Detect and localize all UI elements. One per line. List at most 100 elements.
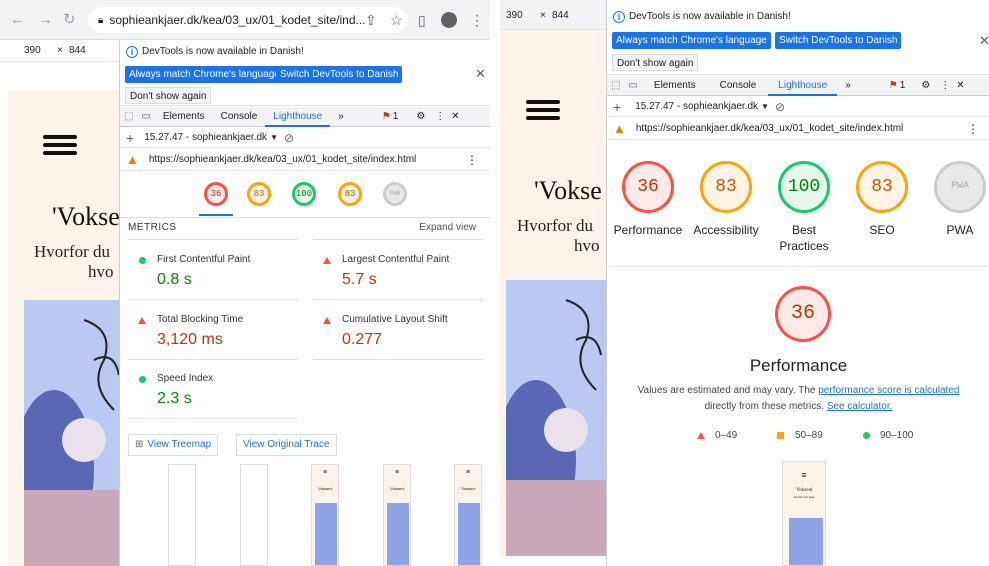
address-bar[interactable]: 🔒︎ sophieankjaer.dk/kea/03_ux/01_kodet_s… [88,7,408,33]
category-pwa-label[interactable]: PWA [920,223,989,237]
gauge-seo[interactable]: 83 [856,161,908,213]
gauge-performance-large: 36 [775,286,831,342]
new-report-plus-icon[interactable]: + [613,99,621,115]
clear-reports-icon[interactable]: ⊘ [775,100,785,114]
session-selector[interactable]: 15.27.47 - sophieankjaer.dk [635,101,758,112]
gauge-seo-small[interactable]: 83 [338,182,362,206]
lock-icon: 🔒︎ [98,14,104,26]
session-selector[interactable]: 15.27.47 - sophieankjaer.dk [144,132,267,143]
settings-gear-icon[interactable]: ⚙ [913,76,938,96]
divider [128,359,298,360]
session-dropdown-icon[interactable]: ▼ [270,133,278,142]
device-height[interactable]: 844 [552,10,569,21]
score-summary-row: 36 83 100 83 PWA [120,172,490,218]
category-seo-label[interactable]: SEO [842,223,922,237]
view-original-trace-button[interactable]: View Original Trace [236,434,337,456]
close-devtools-icon[interactable]: ✕ [952,76,968,96]
category-best-practices-label-2[interactable]: Practices [764,239,844,253]
dont-show-again-button[interactable]: Don't show again [612,54,699,71]
gauge-performance[interactable]: 36 [622,161,674,213]
thumb-menu-icon: ≡ [394,469,400,476]
infobar-message: DevTools is now available in Danish! [629,11,791,22]
report-menu-icon[interactable]: ⋮ [967,122,979,136]
device-toggle-icon[interactable]: ▭ [624,76,641,96]
lcp-label: Largest Contentful Paint [342,254,450,265]
more-tabs-icon[interactable]: » [330,107,352,127]
devtools-menu-icon[interactable]: ⋮ [938,76,952,96]
more-tabs-icon[interactable]: » [837,76,859,96]
category-accessibility-label[interactable]: Accessibility [686,223,766,237]
reload-icon[interactable]: ↻ [63,12,76,28]
filmstrip-frame [168,464,196,566]
lighthouse-session-bar: + 15.27.47 - sophieankjaer.dk ▼ ⊘ [120,128,490,148]
tbt-label: Total Blocking Time [157,314,244,325]
expand-view-toggle[interactable]: Expand view [419,222,476,233]
gauge-accessibility-small[interactable]: 83 [247,182,271,206]
report-menu-icon[interactable]: ⋮ [466,153,478,167]
devtools-tabbar: ⬚ ▭ Elements Console Lighthouse » ⚑ 1 ⚙ … [120,107,490,127]
switch-devtools-language-button[interactable]: Switch DevTools to Danish [276,66,403,83]
profile-avatar-icon[interactable] [441,12,457,28]
devtools-menu-icon[interactable]: ⋮ [433,107,447,127]
gauge-accessibility[interactable]: 83 [700,161,752,213]
browser-toolbar: ← → ↻ 🔒︎ sophieankjaer.dk/kea/03_ux/01_k… [0,0,490,40]
report-url[interactable]: https://sophieankjaer.dk/kea/03_ux/01_ko… [149,154,416,165]
tab-lighthouse[interactable]: Lighthouse [265,107,331,127]
hamburger-menu-icon[interactable] [526,100,560,120]
tab-console[interactable]: Console [213,107,266,127]
category-best-practices-label[interactable]: Best [764,223,844,237]
new-report-plus-icon[interactable]: + [126,130,134,146]
hero-illustration [506,280,606,556]
tab-elements[interactable]: Elements [155,107,213,127]
settings-gear-icon[interactable]: ⚙ [408,107,433,127]
menu-kebab-icon[interactable]: ⋮ [470,12,484,28]
back-icon[interactable]: ← [10,12,25,28]
gauge-pwa[interactable]: PWA [934,161,986,213]
always-match-language-button[interactable]: Always match Chrome's language [125,66,284,83]
always-match-language-button[interactable]: Always match Chrome's language [612,32,771,49]
address-text: sophieankjaer.dk/kea/03_ux/01_kodet_site… [109,13,366,27]
thumb-menu-icon: ≡ [322,469,328,476]
side-panel-icon[interactable]: ▯ [418,12,426,28]
session-dropdown-icon[interactable]: ▼ [761,102,769,111]
right-screenshot: 390 × 844 'Vokse Hvorfor du hvo i DevToo… [500,0,989,566]
gauge-pwa-small[interactable]: PWA [383,182,407,206]
device-width[interactable]: 390 [506,10,523,21]
device-width[interactable]: 390 [24,45,41,56]
switch-devtools-language-button[interactable]: Switch DevTools to Danish [775,32,902,49]
dont-show-again-button[interactable]: Don't show again [125,87,212,104]
device-height[interactable]: 844 [69,45,86,56]
pass-dot-icon [139,376,146,383]
gauge-best-practices-small[interactable]: 100 [292,182,316,206]
device-toggle-icon[interactable]: ▭ [137,107,154,127]
fail-triangle-icon [323,257,331,264]
close-infobar-icon[interactable]: ✕ [979,33,989,49]
device-times: × [540,10,546,21]
gauge-performance-small[interactable]: 36 [204,182,228,206]
final-screenshot-thumbnail[interactable]: ≡ 'Voksenl Hvorfor du skal [782,461,826,566]
share-icon[interactable]: ⇪ [365,12,377,28]
divider [128,418,298,419]
tab-lighthouse[interactable]: Lighthouse [768,76,838,96]
gauge-best-practices[interactable]: 100 [778,161,830,213]
clear-reports-icon[interactable]: ⊘ [284,131,294,145]
bookmark-star-icon[interactable]: ☆ [390,12,403,28]
inspect-element-icon[interactable]: ⬚ [120,107,137,127]
view-treemap-button[interactable]: ⊞ View Treemap [128,434,219,456]
si-value: 2.3 s [157,390,192,407]
tab-elements[interactable]: Elements [642,76,708,96]
hamburger-menu-icon[interactable] [43,135,77,155]
report-url[interactable]: https://sophieankjaer.dk/kea/03_ux/01_ko… [636,123,903,134]
tab-console[interactable]: Console [708,76,769,96]
forward-icon[interactable]: → [38,12,53,28]
score-calculated-link[interactable]: performance score is calculated [818,385,959,396]
legend-pass-icon [863,432,870,439]
inspect-element-icon[interactable]: ⬚ [607,76,624,96]
see-calculator-link[interactable]: See calculator. [827,401,893,412]
category-performance-label[interactable]: Performance [608,223,688,237]
filmstrip-frame: ≡ 'Voksenl [311,464,339,566]
close-infobar-icon[interactable]: ✕ [475,66,486,82]
pass-dot-icon [139,257,146,264]
fcp-label: First Contentful Paint [157,254,251,265]
close-devtools-icon[interactable]: ✕ [447,107,463,127]
